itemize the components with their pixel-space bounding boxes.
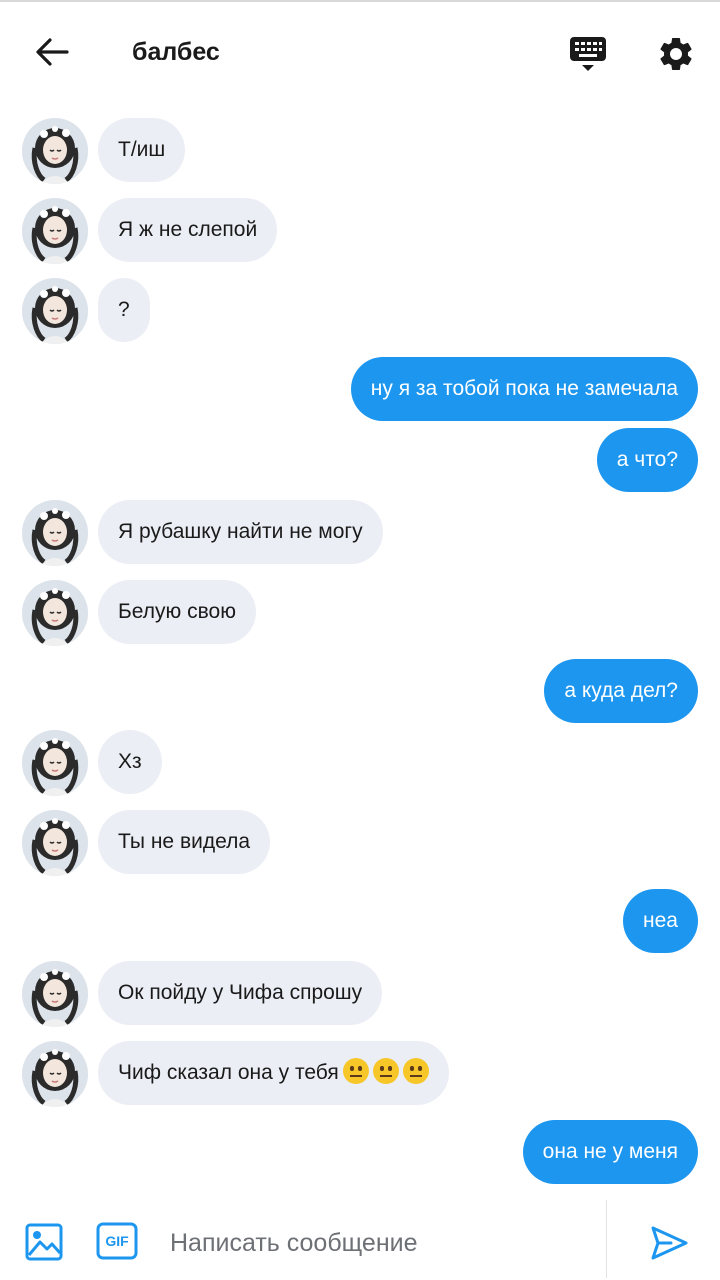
avatar[interactable] <box>22 500 88 566</box>
chat-title: балбес <box>132 38 220 66</box>
avatar[interactable] <box>22 961 88 1027</box>
avatar[interactable] <box>22 118 88 184</box>
incoming-message-row: Я рубашку найти не могу <box>0 500 720 566</box>
message-text: Я рубашку найти не могу <box>118 520 363 543</box>
message-text: а что? <box>616 448 678 471</box>
outgoing-message-row: она не у меня <box>0 1120 720 1186</box>
chat-header: балбес <box>0 2 720 102</box>
incoming-message-row: Ок пойду у Чифа спрошу <box>0 961 720 1027</box>
neutral-face-emoji: 😐 <box>372 1058 399 1084</box>
message-text: Белую свою <box>118 600 236 623</box>
message-bubble[interactable]: Ок пойду у Чифа спрошу <box>98 961 383 1025</box>
gear-icon <box>660 37 692 70</box>
message-text: она не у меня <box>542 1140 678 1163</box>
message-text: Ок пойду у Чифа спрошу <box>118 981 363 1004</box>
message-bubble[interactable]: Ты не видела <box>98 810 270 874</box>
keyboard-icon <box>570 37 606 71</box>
message-bubble[interactable]: а куда дел? <box>544 659 698 723</box>
incoming-message-row: Т/иш <box>0 118 720 184</box>
message-bubble[interactable]: Чиф сказал она у тебя😐😐😐 <box>98 1041 449 1105</box>
message-bubble[interactable]: Т/иш <box>98 118 186 182</box>
settings-button[interactable] <box>652 30 700 78</box>
avatar[interactable] <box>22 730 88 796</box>
avatar[interactable] <box>22 810 88 876</box>
incoming-message-row: Ты не видела <box>0 810 720 876</box>
arrow-left-icon <box>36 38 69 66</box>
message-text: Ты не видела <box>118 830 250 853</box>
message-bubble[interactable]: она не у меня <box>522 1120 698 1184</box>
incoming-message-row: Белую свою <box>0 580 720 646</box>
message-bubble[interactable]: неа <box>623 889 698 953</box>
message-text: Я ж не слепой <box>118 218 258 241</box>
avatar[interactable] <box>22 278 88 344</box>
incoming-message-row: Чиф сказал она у тебя😐😐😐 <box>0 1041 720 1107</box>
send-button[interactable] <box>646 1220 692 1266</box>
message-bubble[interactable]: Белую свою <box>98 580 256 644</box>
gif-label: GIF <box>105 1233 129 1249</box>
neutral-face-emoji: 😐 <box>342 1058 369 1084</box>
outgoing-message-row: а куда дел? <box>0 659 720 725</box>
incoming-message-row: Хз <box>0 730 720 796</box>
avatar[interactable] <box>22 1041 88 1107</box>
image-icon <box>25 1223 63 1261</box>
message-text: ? <box>118 298 130 321</box>
message-input[interactable] <box>160 1216 590 1270</box>
attach-image-button[interactable] <box>24 1222 64 1262</box>
message-text: а куда дел? <box>564 679 678 702</box>
outgoing-message-row: а что? <box>0 428 720 494</box>
composer-bar: GIF <box>0 1200 720 1280</box>
message-bubble[interactable]: Я ж не слепой <box>98 198 278 262</box>
keyboard-button[interactable] <box>564 30 612 76</box>
gif-button[interactable]: GIF <box>96 1222 138 1260</box>
incoming-message-row: Я ж не слепой <box>0 198 720 264</box>
message-bubble[interactable]: а что? <box>596 428 698 492</box>
message-text: Чиф сказал она у тебя <box>118 1061 339 1084</box>
avatar[interactable] <box>22 198 88 264</box>
send-icon <box>651 1226 688 1260</box>
outgoing-message-row: неа <box>0 889 720 955</box>
message-bubble[interactable]: ну я за тобой пока не замечала <box>350 357 698 421</box>
message-text: Т/иш <box>118 138 166 161</box>
composer-divider <box>606 1200 607 1278</box>
message-text: Хз <box>118 750 142 773</box>
message-text: неа <box>643 909 678 932</box>
message-bubble[interactable]: Хз <box>98 730 162 794</box>
message-bubble[interactable]: ? <box>98 278 150 342</box>
back-button[interactable] <box>28 28 76 76</box>
message-text: ну я за тобой пока не замечала <box>370 377 678 400</box>
neutral-face-emoji: 😐 <box>402 1058 429 1084</box>
outgoing-message-row: ну я за тобой пока не замечала <box>0 357 720 423</box>
avatar[interactable] <box>22 580 88 646</box>
message-bubble[interactable]: Я рубашку найти не могу <box>98 500 383 564</box>
incoming-message-row: ? <box>0 278 720 344</box>
